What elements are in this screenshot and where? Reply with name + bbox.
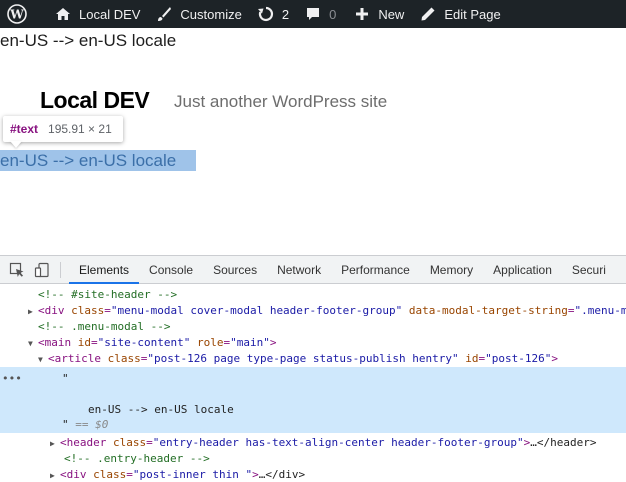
tab-memory[interactable]: Memory	[420, 256, 483, 284]
plus-icon	[352, 4, 372, 24]
tab-elements[interactable]: Elements	[69, 256, 140, 284]
new-label: New	[378, 6, 405, 22]
expand-triangle-icon[interactable]: ▶	[50, 468, 60, 482]
tab-sources[interactable]: Sources	[203, 256, 267, 284]
tooltip-arrow	[10, 141, 22, 148]
tooltip-node-size: 195.91 × 21	[48, 122, 112, 136]
locale-text-selected: en-US --> en-US locale	[0, 151, 177, 170]
console-ref: == $0	[75, 418, 109, 431]
paintbrush-icon	[154, 4, 174, 24]
dom-line[interactable]: <!-- .entry-header -->	[0, 451, 626, 467]
device-toolbar-icon[interactable]	[34, 262, 50, 278]
tab-console[interactable]: Console	[139, 256, 203, 284]
tab-application[interactable]: Application	[483, 256, 562, 284]
expand-triangle-icon[interactable]: ▶	[28, 304, 38, 320]
tab-security[interactable]: Securi	[562, 256, 616, 284]
dom-line[interactable]: ▼ <article class="post-126 page type-page…	[0, 351, 626, 367]
devtools-panel: Elements Console Sources Network Perform…	[0, 255, 626, 482]
new-content-menu[interactable]: New	[352, 0, 404, 28]
dom-line[interactable]: ▶ <div class="menu-modal cover-modal head…	[0, 303, 626, 319]
site-title[interactable]: Local DEV	[40, 87, 150, 114]
customize-menu[interactable]: Customize	[154, 0, 242, 28]
svg-text:W: W	[9, 8, 24, 22]
selected-text-node[interactable]: ••• "	[0, 371, 626, 387]
collapse-triangle-icon[interactable]: ▼	[38, 352, 48, 368]
comments-menu[interactable]: 0	[303, 0, 336, 28]
dom-line[interactable]: ▶ <div class="post-inner thin ">…</div>	[0, 467, 626, 482]
toolbar-divider	[60, 261, 61, 278]
site-name-label: Local DEV	[79, 6, 141, 22]
tooltip-node-name: #text	[10, 122, 39, 136]
dom-line[interactable]: <!-- #site-header -->	[0, 287, 626, 303]
tab-network[interactable]: Network	[267, 256, 331, 284]
dom-line[interactable]: <!-- .menu-modal -->	[0, 319, 626, 335]
edit-page-label: Edit Page	[444, 6, 501, 22]
site-name-menu[interactable]: Local DEV	[53, 0, 140, 28]
updates-icon	[256, 4, 276, 24]
wordpress-logo-icon: W	[7, 4, 27, 24]
expand-triangle-icon[interactable]: ▶	[50, 436, 60, 452]
inspect-tooltip: #text 195.91 × 21	[3, 116, 123, 142]
devtools-toolbar: Elements Console Sources Network Perform…	[0, 256, 626, 284]
more-options-icon[interactable]: •••	[2, 371, 22, 387]
dom-line[interactable]: ▼ <main id="site-content" role="main">	[0, 335, 626, 351]
updates-menu[interactable]: 2	[256, 0, 289, 28]
collapse-triangle-icon[interactable]: ▼	[28, 336, 38, 352]
selected-text-node-content: en-US --> en-US locale	[88, 403, 234, 416]
site-description: Just another WordPress site	[174, 92, 388, 111]
home-icon	[53, 4, 73, 24]
wordpress-logo-menu[interactable]: W	[0, 0, 33, 28]
customize-label: Customize	[180, 6, 242, 22]
pencil-icon	[418, 4, 438, 24]
edit-page-menu[interactable]: Edit Page	[418, 0, 501, 28]
updates-count: 2	[281, 6, 290, 22]
admin-bar: W Local DEV Customize 2 0 New Edit Page	[0, 0, 626, 28]
tab-performance[interactable]: Performance	[331, 256, 420, 284]
dom-line[interactable]: ▶ <header class="entry-header has-text-al…	[0, 435, 626, 451]
locale-text-top: en-US --> en-US locale	[0, 31, 177, 50]
inspect-element-icon[interactable]	[9, 262, 25, 278]
comment-icon	[303, 4, 323, 24]
selected-text-node-end: " == $0	[62, 418, 109, 431]
comments-count: 0	[329, 6, 337, 22]
dom-tree: <!-- #site-header --> ▶ <div class="menu-…	[0, 285, 626, 482]
